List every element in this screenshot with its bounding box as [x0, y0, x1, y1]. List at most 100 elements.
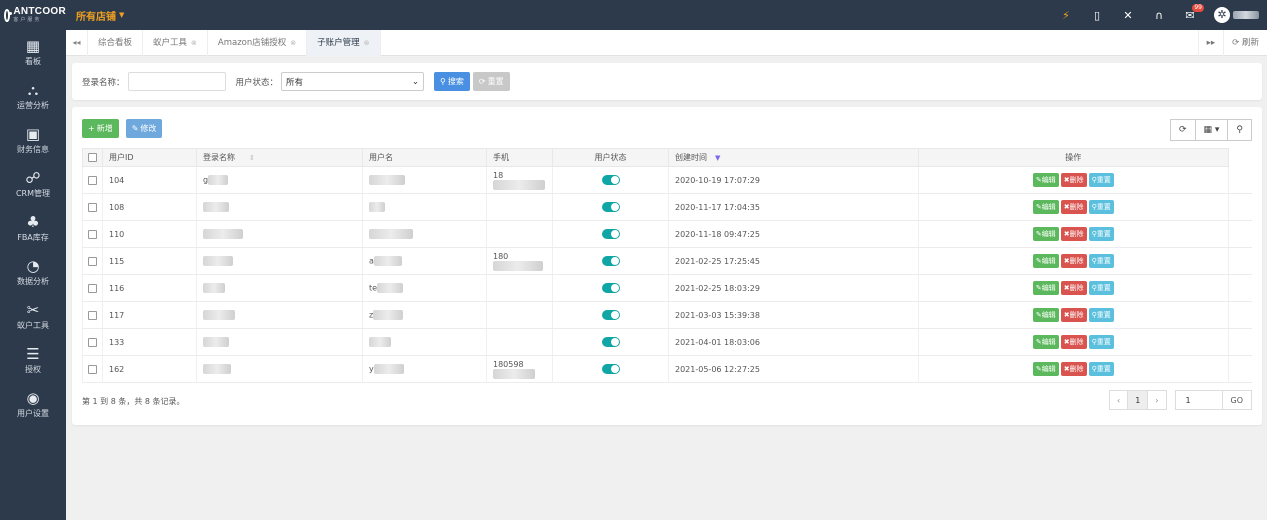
user-status-select[interactable]: 所有 ⌄: [281, 72, 425, 91]
mail-icon[interactable]: ✉ 99: [1183, 3, 1204, 22]
row-checkbox[interactable]: [88, 256, 97, 266]
row-checkbox[interactable]: [88, 337, 97, 347]
row-reset-button[interactable]: ⚲重置: [1088, 308, 1114, 322]
sidebar-item-user-settings[interactable]: ◉ 用户设置: [0, 382, 66, 426]
refresh-button[interactable]: ⟳ 刷新: [1223, 30, 1267, 56]
shop-selector[interactable]: 所有店铺 ▼: [76, 8, 124, 23]
col-header-login-name[interactable]: 登录名称 ⇕: [196, 148, 363, 167]
prev-page-button[interactable]: ‹: [1109, 390, 1129, 410]
go-button[interactable]: GO: [1222, 390, 1252, 410]
cell-status: [552, 328, 669, 356]
cell-created: 2021-05-06 12:27:25: [668, 355, 919, 383]
status-toggle[interactable]: [601, 202, 620, 212]
row-checkbox[interactable]: [88, 202, 97, 212]
row-delete-button[interactable]: ✖删除: [1060, 173, 1087, 187]
status-toggle[interactable]: [601, 256, 620, 266]
tab-forward-icon[interactable]: ▸▸: [1197, 30, 1224, 56]
add-button[interactable]: + 新增: [82, 119, 119, 138]
row-delete-button[interactable]: ✖删除: [1060, 281, 1087, 295]
tab-amazon-auth[interactable]: Amazon店铺授权 ⊗: [208, 29, 308, 56]
sidebar-item-dashboard[interactable]: ▦ 看板: [0, 30, 66, 74]
row-delete-button[interactable]: ✖删除: [1060, 308, 1087, 322]
redacted-text: [203, 310, 235, 320]
status-toggle[interactable]: [601, 283, 620, 293]
col-header-phone[interactable]: 手机: [486, 148, 553, 167]
close-icon[interactable]: ⊗: [290, 30, 296, 56]
sidebar-item-tools[interactable]: ✂ 蚁户工具: [0, 294, 66, 338]
status-toggle[interactable]: [601, 364, 620, 374]
sidebar-item-data-analysis[interactable]: ◔ 数据分析: [0, 250, 66, 294]
logo-subtitle: 客户服务: [13, 17, 42, 23]
status-toggle[interactable]: [601, 310, 620, 320]
row-checkbox[interactable]: [88, 283, 97, 293]
redacted-text: [203, 202, 229, 212]
row-edit-button[interactable]: ✎编辑: [1032, 227, 1059, 241]
row-delete-button[interactable]: ✖删除: [1060, 200, 1087, 214]
logo[interactable]: ANTCOOR 客户服务: [0, 0, 66, 30]
row-edit-button[interactable]: ✎编辑: [1032, 173, 1059, 187]
tab-tools[interactable]: 蚁户工具 ⊗: [143, 29, 208, 56]
row-reset-button[interactable]: ⚲重置: [1088, 173, 1114, 187]
row-edit-button[interactable]: ✎编辑: [1032, 335, 1059, 349]
table-row: 108 2020-11-17 17:04:35 ✎编辑 ✖删除 ⚲重置: [82, 193, 1252, 221]
col-header-user-id[interactable]: 用户ID: [102, 148, 197, 167]
tab-back-icon[interactable]: ◂◂: [66, 29, 88, 56]
tab-sub-accounts[interactable]: 子账户管理 ⊗: [307, 29, 381, 56]
status-toggle[interactable]: [601, 337, 620, 347]
row-edit-button[interactable]: ✎编辑: [1032, 308, 1059, 322]
cell-username: a: [362, 247, 487, 275]
expand-icon[interactable]: ✕: [1121, 9, 1135, 22]
row-reset-button[interactable]: ⚲重置: [1088, 335, 1114, 349]
goto-page-input[interactable]: 1: [1174, 390, 1223, 410]
row-edit-button[interactable]: ✎编辑: [1032, 254, 1059, 268]
cell-phone: 180598: [486, 355, 553, 383]
row-delete-button[interactable]: ✖删除: [1060, 335, 1087, 349]
search-button[interactable]: ⚲ 搜索: [434, 72, 470, 91]
col-header-created[interactable]: 创建时间 ▼: [668, 148, 919, 167]
sidebar-item-finance[interactable]: ▣ 财务信息: [0, 118, 66, 162]
sidebar-item-crm[interactable]: ☍ CRM管理: [0, 162, 66, 206]
col-header-username[interactable]: 用户名: [362, 148, 487, 167]
close-icon[interactable]: ⊗: [191, 30, 197, 56]
row-delete-button[interactable]: ✖删除: [1060, 254, 1087, 268]
cell-login-name: [196, 355, 363, 383]
sidebar-item-operations[interactable]: ⛬ 运营分析: [0, 74, 66, 118]
select-all-checkbox[interactable]: [88, 153, 97, 162]
headset-icon[interactable]: ∩: [1152, 9, 1166, 22]
status-toggle[interactable]: [601, 229, 620, 239]
row-delete-button[interactable]: ✖删除: [1060, 362, 1087, 376]
row-edit-button[interactable]: ✎编辑: [1032, 362, 1059, 376]
close-icon[interactable]: ⊗: [364, 30, 370, 56]
status-toggle[interactable]: [601, 175, 620, 185]
table-search-icon[interactable]: ⚲: [1228, 119, 1252, 141]
cell-username: [362, 193, 487, 221]
login-name-input[interactable]: [127, 72, 226, 91]
tab-dashboard[interactable]: 综合看板: [88, 29, 144, 56]
sidebar-item-fba[interactable]: ♣ FBA库存: [0, 206, 66, 250]
sidebar: ▦ 看板 ⛬ 运营分析 ▣ 财务信息 ☍ CRM管理 ♣ FBA库存 ◔ 数据分析 ✂ 蚁户工…: [0, 30, 66, 520]
row-reset-button[interactable]: ⚲重置: [1088, 254, 1114, 268]
reset-button[interactable]: ⟳ 重置: [472, 72, 510, 91]
table-refresh-icon[interactable]: ⟳: [1169, 119, 1196, 141]
row-delete-button[interactable]: ✖删除: [1060, 227, 1087, 241]
row-checkbox[interactable]: [88, 175, 97, 185]
user-menu[interactable]: ✲: [1214, 7, 1259, 23]
row-reset-button[interactable]: ⚲重置: [1088, 200, 1114, 214]
row-checkbox[interactable]: [88, 364, 97, 374]
row-edit-button[interactable]: ✎编辑: [1032, 200, 1059, 214]
page-1-button[interactable]: 1: [1128, 390, 1149, 410]
columns-toggle-icon[interactable]: ▦ ▾: [1195, 119, 1229, 141]
sidebar-item-auth[interactable]: ☰ 授权: [0, 338, 66, 382]
row-reset-button[interactable]: ⚲重置: [1088, 362, 1114, 376]
row-reset-button[interactable]: ⚲重置: [1088, 227, 1114, 241]
col-header-status[interactable]: 用户状态: [552, 148, 669, 167]
row-checkbox[interactable]: [88, 229, 97, 239]
row-edit-button[interactable]: ✎编辑: [1032, 281, 1059, 295]
plug-icon[interactable]: ⚡: [1059, 9, 1073, 22]
row-checkbox[interactable]: [88, 310, 97, 320]
cell-user-id: 115: [102, 247, 197, 275]
row-reset-button[interactable]: ⚲重置: [1088, 281, 1114, 295]
phone-icon[interactable]: ▯: [1090, 9, 1104, 22]
edit-button[interactable]: ✎ 修改: [125, 119, 163, 138]
next-page-button[interactable]: ›: [1148, 390, 1167, 410]
